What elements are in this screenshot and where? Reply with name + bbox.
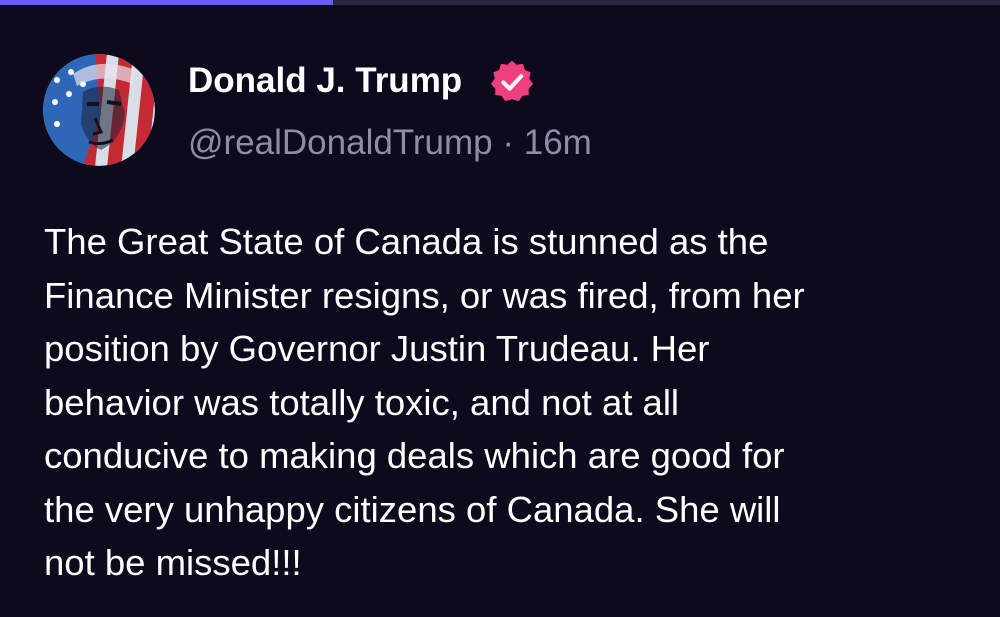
post-body-line: The Great State of Canada is stunned as … [44,221,769,262]
post-body-line: the very unhappy citizens of Canada. She… [44,488,781,530]
post-card: Donald J. Trump @realDonaldTrump · 16m T… [0,0,1000,617]
author-handle[interactable]: @realDonaldTrump [188,123,493,162]
author-avatar[interactable] [43,54,155,166]
avatar-image [43,54,155,166]
author-display-name[interactable]: Donald J. Trump [188,58,462,104]
post-body-line: conducive to making deals which are good… [44,435,785,476]
meta-separator: · [492,123,524,162]
post-meta: @realDonaldTrump · 16m [188,120,592,166]
post-body: The Great State of Canada is stunned as … [44,215,974,590]
verified-badge-icon [490,60,534,102]
post-timestamp[interactable]: 16m [524,123,592,162]
post-body-line: behavior was totally toxic, and not at a… [44,381,680,423]
post-body-line: not be missed!!! [44,542,302,583]
post-body-line: position by Governor Justin Trudeau. Her [44,328,710,369]
post-body-line: Finance Minister resigns, or was fired, … [44,274,805,316]
